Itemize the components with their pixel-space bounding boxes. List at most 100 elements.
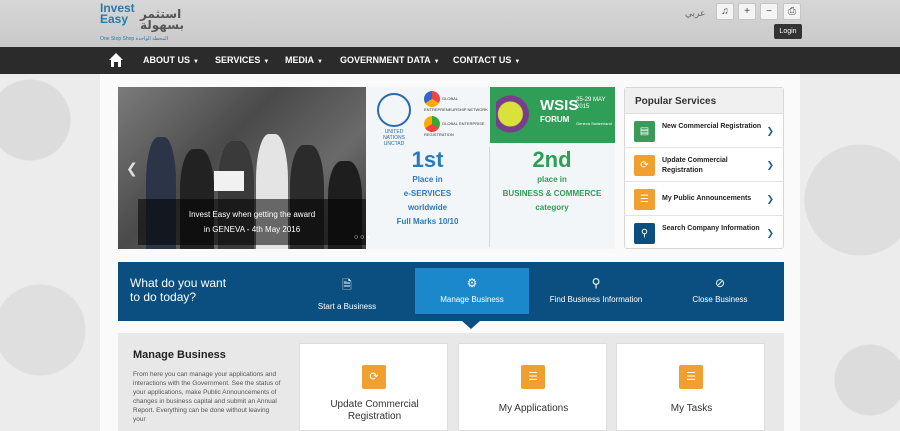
award-second-place: 2nd place in BUSINESS & COMMERCE categor… <box>490 147 614 215</box>
caret-down-icon: ▼ <box>514 59 521 65</box>
caret-down-icon: ▼ <box>317 59 323 65</box>
wsis-emblem-icon <box>496 91 532 137</box>
popular-item-new-registration[interactable]: ▤ New Commercial Registration ❯ <box>625 115 783 148</box>
nav-contact-us[interactable]: CONTACT US ▼ <box>453 47 520 74</box>
login-tooltip[interactable]: Login <box>774 24 802 39</box>
chevron-right-icon: ❯ <box>766 160 774 170</box>
nav-label: GOVERNMENT DATA <box>340 55 431 65</box>
gen-emblem-icon <box>424 91 440 107</box>
tab-label: Find Business Information <box>549 295 643 304</box>
speaker-icon: ♫ <box>721 6 729 17</box>
minus-icon: − <box>766 6 772 17</box>
nav-media[interactable]: MEDIA ▼ <box>285 47 323 74</box>
popular-item-announcements[interactable]: ☰ My Public Announcements ❯ <box>625 183 783 216</box>
home-icon[interactable] <box>108 52 124 68</box>
tab-find-business-info[interactable]: ⚲ Find Business Information <box>539 268 653 314</box>
manage-description: From here you can manage your applicatio… <box>133 371 281 423</box>
slider-caption: Invest Easy when getting the award in GE… <box>138 199 366 245</box>
gear-icon: ⚙ <box>466 276 478 290</box>
chevron-right-icon: ❯ <box>766 126 774 136</box>
gen-logo: GLOBAL ENTREPRENEURSHIP NETWORK GLOBAL E… <box>424 91 488 137</box>
search-icon: ⚲ <box>591 276 601 290</box>
slider-dots[interactable]: ○ ○ ● <box>354 234 371 241</box>
zoom-in-button[interactable]: + <box>738 3 756 20</box>
slider-prev-arrow[interactable]: ❮ <box>126 160 138 177</box>
unctad-label: UNITED NATIONS UNCTAD <box>383 129 405 147</box>
wsis-title: WSIS <box>540 97 579 114</box>
todo-bar: What do you want to do today? 🗎 Start a … <box>118 262 784 321</box>
popular-services-panel: Popular Services ▤ New Commercial Regist… <box>624 87 784 249</box>
popular-item-search-company[interactable]: ⚲ Search Company Information ❯ <box>625 217 783 250</box>
card-my-applications[interactable]: ☰ My Applications <box>458 343 607 431</box>
logo-arabic: استثمر بسهولة <box>140 7 184 32</box>
award-text: BUSINESS & COMMERCE <box>502 189 602 198</box>
wsis-dates: 25-29 MAY 2015 <box>576 97 606 110</box>
award-text: category <box>535 203 569 212</box>
wsis-forum-logo: WSIS FORUM 25-29 MAY 2015 Geneva Switzer… <box>490 87 615 143</box>
nav-label: MEDIA <box>285 55 314 65</box>
card-label: My Tasks <box>670 403 713 414</box>
site-logo[interactable]: Invest Easy استثمر بسهولة One Stop Shop … <box>100 1 184 43</box>
card-label: Update Commercial Registration <box>330 399 419 422</box>
tab-close-business[interactable]: ⊘ Close Business <box>663 268 777 314</box>
rank-first: 1st <box>411 147 444 172</box>
nav-label: SERVICES <box>215 55 261 65</box>
card-my-tasks[interactable]: ☰ My Tasks <box>616 343 765 431</box>
tab-label: Start a Business <box>317 302 377 311</box>
award-text: e-SERVICES <box>403 189 452 198</box>
un-emblem-icon <box>377 93 411 127</box>
popular-item-label: Search Company Information <box>662 225 760 232</box>
caret-down-icon: ▼ <box>433 59 440 65</box>
document-icon: ▤ <box>634 121 655 142</box>
refresh-icon: ⟳ <box>362 365 386 389</box>
wsis-place: Geneva Switzerland <box>576 121 612 126</box>
tab-label: Manage Business <box>440 295 504 304</box>
award-text: worldwide <box>407 203 448 212</box>
tab-manage-business[interactable]: ⚙ Manage Business <box>415 268 529 314</box>
tab-label: Close Business <box>692 295 748 304</box>
award-first-place: 1st Place in e-SERVICES worldwide Full M… <box>366 147 490 247</box>
nav-government-data[interactable]: GOVERNMENT DATA ▼ <box>340 47 440 74</box>
card-update-registration[interactable]: ⟳ Update Commercial Registration <box>299 343 448 431</box>
printer-icon: ⎙ <box>788 6 796 17</box>
award-banner[interactable]: UNITED NATIONS UNCTAD GLOBAL ENTREPRENEU… <box>366 87 615 249</box>
language-switch[interactable]: عربي <box>685 8 705 19</box>
todo-question-line: to do today? <box>130 290 197 304</box>
list-icon: ☰ <box>521 365 545 389</box>
popular-item-label: My Public Announcements <box>662 195 752 202</box>
popular-item-update-registration[interactable]: ⟳ Update Commercial Registration ❯ <box>625 149 783 182</box>
caret-down-icon: ▼ <box>263 59 270 65</box>
caret-down-icon: ▼ <box>193 59 199 65</box>
wsis-sub: FORUM <box>540 115 570 124</box>
refresh-icon: ⟳ <box>634 155 655 176</box>
caption-line-1: Invest Easy when getting the award <box>188 210 316 219</box>
todo-question-line: What do you want <box>130 276 227 290</box>
logo-tagline: One Stop Shop المحطة الواحدة <box>100 36 169 42</box>
nav-label: ABOUT US <box>143 55 190 65</box>
popular-services-title: Popular Services <box>625 88 783 114</box>
chevron-right-icon: ❯ <box>766 194 774 204</box>
certificate <box>214 171 244 191</box>
ban-icon: ⊘ <box>714 276 726 290</box>
award-text: place in <box>537 175 567 184</box>
audio-button[interactable]: ♫ <box>716 3 734 20</box>
caption-line-2: in GENEVA - 4th May 2016 <box>203 225 301 234</box>
print-button[interactable]: ⎙ <box>783 3 801 20</box>
unctad-logo: UNITED NATIONS UNCTAD <box>374 93 414 147</box>
nav-services[interactable]: SERVICES ▼ <box>215 47 269 74</box>
ger-emblem-icon <box>424 116 440 132</box>
rank-second: 2nd <box>532 147 572 172</box>
main-navbar: ABOUT US ▼ SERVICES ▼ MEDIA ▼ GOVERNMENT DA… <box>0 47 900 74</box>
active-tab-pointer <box>462 321 480 329</box>
popular-item-label: Update Commercial Registration <box>662 157 728 174</box>
logo-english: Invest Easy <box>100 1 135 26</box>
zoom-out-button[interactable]: − <box>760 3 778 20</box>
search-icon: ⚲ <box>634 223 655 244</box>
nav-about-us[interactable]: ABOUT US ▼ <box>143 47 199 74</box>
plus-icon: + <box>744 6 750 17</box>
award-text: Place in <box>412 175 443 184</box>
chevron-right-icon: ❯ <box>766 228 774 238</box>
top-bar: Invest Easy استثمر بسهولة One Stop Shop … <box>0 0 900 47</box>
nav-label: CONTACT US <box>453 55 512 65</box>
tab-start-business[interactable]: 🗎 Start a Business <box>290 268 404 314</box>
